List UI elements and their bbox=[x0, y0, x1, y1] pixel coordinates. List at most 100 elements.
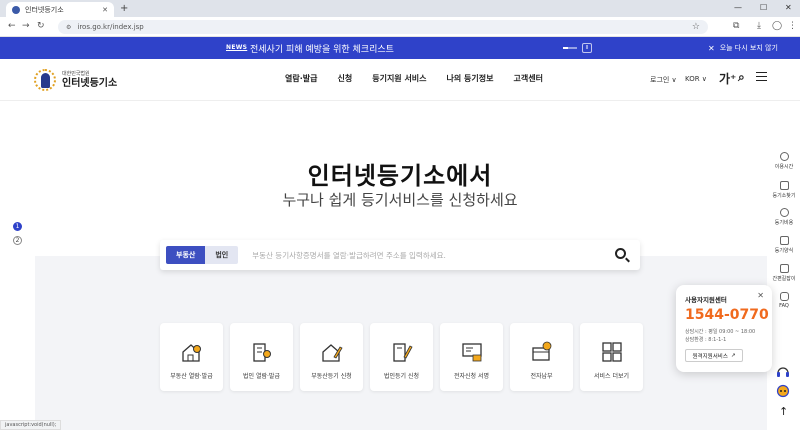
service-card-real-estate-view[interactable]: 부동산 열람·발급 bbox=[160, 323, 223, 391]
sign-icon bbox=[462, 343, 482, 362]
quick-item-hours[interactable]: 이용시간 bbox=[768, 152, 800, 170]
slide-pager-1[interactable]: 1 bbox=[13, 222, 22, 231]
logo-title: 인터넷등기소 bbox=[62, 77, 118, 89]
quick-item-guide[interactable]: 간편길잡이 bbox=[768, 264, 800, 282]
building-pen-icon bbox=[393, 343, 413, 362]
service-label: 법인등기 신청 bbox=[383, 373, 420, 380]
service-label: 서비스 더보기 bbox=[593, 373, 630, 380]
quick-item-forms[interactable]: 등기양식 bbox=[768, 236, 800, 254]
wallet-icon bbox=[532, 341, 552, 361]
news-close-today-button[interactable]: ✕ 오늘 다시 보지 않기 bbox=[708, 43, 778, 53]
house-search-icon bbox=[182, 344, 201, 362]
site-favicon-icon bbox=[12, 5, 20, 14]
service-card-e-payment[interactable]: 전자납부 bbox=[510, 323, 573, 391]
quick-item-faq[interactable]: FAQ bbox=[768, 292, 800, 309]
login-button[interactable]: 로그인 ∨ bbox=[650, 75, 677, 85]
news-banner: NEWS 전세사기 피해 예방을 위한 체크리스트 II ✕ 오늘 다시 보지 … bbox=[0, 37, 800, 59]
hero-title: 인터넷등기소에서 bbox=[307, 162, 493, 190]
hamburger-menu-icon[interactable] bbox=[756, 72, 767, 81]
url-text: iros.go.kr/index.jsp bbox=[77, 23, 144, 31]
download-icon[interactable]: ⤓ bbox=[757, 21, 761, 31]
court-emblem-icon bbox=[34, 69, 56, 91]
service-card-corp-view[interactable]: 법인 열람·발급 bbox=[230, 323, 293, 391]
search-icon[interactable]: ⌕ bbox=[738, 70, 745, 85]
site-info-icon[interactable]: ⚙ bbox=[66, 24, 71, 31]
building-search-icon bbox=[253, 343, 271, 362]
reload-icon[interactable]: ↻ bbox=[37, 21, 45, 31]
maximize-icon[interactable]: ☐ bbox=[760, 3, 767, 12]
logo-subtitle: 대한민국법원 bbox=[62, 70, 90, 77]
search-box: 부동산 법인 부동산 등기사항증명서를 열람·발급하려면 주소를 입력하세요. bbox=[160, 240, 640, 270]
support-title: 사용자지원센터 bbox=[685, 296, 727, 304]
search-input[interactable]: 부동산 등기사항증명서를 열람·발급하려면 주소를 입력하세요. bbox=[252, 250, 446, 261]
scroll-top-icon[interactable]: ↑ bbox=[779, 405, 788, 418]
news-pause-button[interactable]: II bbox=[582, 43, 592, 53]
extensions-icon[interactable]: ⧉ bbox=[733, 21, 739, 31]
chat-bubble-icon bbox=[779, 292, 789, 301]
support-environment: 상담환경 : 8:1-1-1 bbox=[685, 337, 727, 343]
nav-item-customer-center[interactable]: 고객센터 bbox=[513, 73, 542, 84]
slide-pager-2[interactable]: 2 bbox=[13, 236, 22, 245]
nav-item-apply[interactable]: 신청 bbox=[337, 73, 352, 84]
minimize-icon[interactable]: — bbox=[734, 3, 742, 12]
remote-support-button[interactable]: 원격지원서비스 ↗ bbox=[685, 349, 743, 362]
guide-icon bbox=[779, 264, 789, 273]
coin-icon bbox=[779, 208, 789, 217]
support-hours: 상담시간 : 평일 09:00 ~ 18:00 bbox=[685, 329, 756, 335]
tab-corporation[interactable]: 법인 bbox=[205, 246, 239, 264]
language-select[interactable]: KOR ∨ bbox=[685, 75, 707, 83]
news-badge: NEWS bbox=[226, 44, 248, 51]
service-card-real-estate-apply[interactable]: 부동산등기 신청 bbox=[300, 323, 363, 391]
popup-close-icon[interactable]: ✕ bbox=[757, 291, 764, 300]
nav-item-view-issue[interactable]: 열람·발급 bbox=[285, 73, 317, 84]
service-cards: 부동산 열람·발급 법인 열람·발급 부동산등기 신청 법인등기 신청 전자신청… bbox=[160, 323, 643, 391]
grid-icon bbox=[602, 342, 622, 362]
site-header: 대한민국법원 인터넷등기소 열람·발급 신청 등기지원 서비스 나의 등기정보 … bbox=[0, 59, 800, 101]
service-label: 부동산등기 신청 bbox=[311, 373, 352, 380]
address-bar[interactable]: ⚙ iros.go.kr/index.jsp ☆ bbox=[58, 20, 708, 34]
browser-toolbar: ← → ↻ ⚙ iros.go.kr/index.jsp ☆ ⧉ ⤓ ◯ ⋮ bbox=[0, 17, 800, 37]
tab-close-icon[interactable]: ✕ bbox=[102, 6, 108, 14]
chatbot-icon[interactable] bbox=[776, 384, 790, 398]
hero-subtitle: 누구나 쉽게 등기서비스를 신청하세요 bbox=[282, 191, 518, 209]
service-card-corp-apply[interactable]: 법인등기 신청 bbox=[370, 323, 433, 391]
news-headline-link[interactable]: 전세사기 피해 예방을 위한 체크리스트 bbox=[250, 42, 394, 55]
clock-icon bbox=[779, 152, 789, 161]
site-logo[interactable]: 대한민국법원 인터넷등기소 bbox=[34, 69, 117, 91]
quick-item-find-office[interactable]: 등기소찾기 bbox=[768, 181, 800, 199]
service-label: 부동산 열람·발급 bbox=[170, 373, 213, 380]
bookmark-star-icon[interactable]: ☆ bbox=[692, 22, 700, 32]
service-card-e-sign[interactable]: 전자신청 서명 bbox=[440, 323, 503, 391]
nav-item-my-registry[interactable]: 나의 등기정보 bbox=[447, 73, 494, 84]
tab-title: 인터넷등기소 bbox=[25, 5, 64, 14]
back-icon[interactable]: ← bbox=[8, 21, 16, 31]
tab-real-estate[interactable]: 부동산 bbox=[166, 246, 206, 264]
new-tab-button[interactable]: + bbox=[120, 3, 128, 14]
service-label: 전자신청 서명 bbox=[453, 373, 490, 380]
news-progress-indicator bbox=[563, 47, 577, 49]
service-label: 전자납부 bbox=[530, 373, 553, 380]
quick-item-fees[interactable]: 등기비용 bbox=[768, 208, 800, 226]
close-icon: ✕ bbox=[708, 43, 715, 53]
font-size-button[interactable]: 가⁺ bbox=[719, 70, 736, 87]
headset-icon[interactable] bbox=[776, 365, 790, 379]
forward-icon[interactable]: → bbox=[22, 21, 30, 31]
news-close-label: 오늘 다시 보지 않기 bbox=[719, 44, 778, 52]
document-icon bbox=[779, 236, 789, 245]
browser-tab-bar: 인터넷등기소 ✕ + — ☐ ✕ bbox=[0, 0, 800, 17]
status-bar-url: javascript:void(null); bbox=[0, 420, 62, 430]
external-link-icon: ↗ bbox=[730, 352, 736, 359]
profile-icon[interactable]: ◯ bbox=[772, 21, 782, 31]
service-card-more[interactable]: 서비스 더보기 bbox=[580, 323, 643, 391]
browser-tab[interactable]: 인터넷등기소 ✕ bbox=[6, 2, 114, 17]
window-close-icon[interactable]: ✕ bbox=[785, 3, 792, 12]
support-phone: 1544-0770 bbox=[685, 307, 769, 323]
search-submit-icon[interactable] bbox=[615, 248, 626, 259]
browser-menu-icon[interactable]: ⋮ bbox=[788, 21, 797, 31]
main-navigation: 열람·발급 신청 등기지원 서비스 나의 등기정보 고객센터 bbox=[285, 73, 543, 84]
support-center-popup: 사용자지원센터 ✕ 1544-0770 상담시간 : 평일 09:00 ~ 18… bbox=[676, 285, 772, 372]
service-label: 법인 열람·발급 bbox=[243, 373, 280, 380]
nav-item-support-services[interactable]: 등기지원 서비스 bbox=[372, 73, 426, 84]
house-pen-icon bbox=[322, 344, 343, 362]
map-icon bbox=[779, 181, 789, 190]
